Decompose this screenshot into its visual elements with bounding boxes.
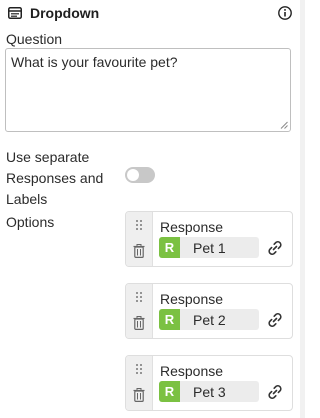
option-handle — [126, 284, 153, 338]
drag-handle-icon[interactable] — [135, 363, 143, 375]
option-response-label: Response — [160, 291, 224, 307]
trash-icon[interactable] — [133, 244, 145, 258]
response-value: Pet 3 — [193, 384, 226, 400]
response-badge: R — [159, 309, 180, 330]
toggle-knob — [127, 169, 139, 181]
panel-title: Dropdown — [30, 5, 100, 21]
trash-icon[interactable] — [133, 316, 145, 330]
response-value: Pet 1 — [193, 240, 226, 256]
options-label: Options — [6, 214, 55, 230]
separate-responses-toggle[interactable] — [125, 167, 155, 183]
info-icon[interactable] — [278, 6, 292, 20]
panel-header: Dropdown — [0, 0, 305, 28]
drag-handle-icon[interactable] — [135, 291, 143, 303]
option-item: Response R Pet 2 — [125, 283, 293, 339]
response-chip[interactable]: R Pet 1 — [159, 237, 259, 258]
response-chip[interactable]: R Pet 3 — [159, 381, 259, 402]
option-item: Response R Pet 3 — [125, 355, 293, 411]
link-icon[interactable] — [266, 239, 284, 255]
option-item: Response R Pet 1 — [125, 211, 293, 267]
question-label: Question — [6, 31, 63, 47]
trash-icon[interactable] — [133, 388, 145, 402]
response-badge: R — [159, 237, 180, 258]
option-response-label: Response — [160, 363, 224, 379]
question-text: What is your favourite pet? — [11, 54, 178, 70]
panel-scrollbar[interactable] — [300, 0, 305, 418]
option-handle — [126, 212, 153, 266]
link-icon[interactable] — [266, 311, 284, 327]
response-badge: R — [159, 381, 180, 402]
link-icon[interactable] — [266, 383, 284, 399]
response-value: Pet 2 — [193, 312, 226, 328]
separate-responses-label: Use separate Responses and Labels — [6, 149, 104, 207]
drag-handle-icon[interactable] — [135, 219, 143, 231]
option-response-label: Response — [160, 219, 224, 235]
question-textarea[interactable]: What is your favourite pet? — [5, 48, 291, 132]
dropdown-panel-icon — [8, 7, 22, 19]
option-handle — [126, 356, 153, 410]
response-chip[interactable]: R Pet 2 — [159, 309, 259, 330]
resize-grip-icon[interactable] — [280, 121, 288, 129]
